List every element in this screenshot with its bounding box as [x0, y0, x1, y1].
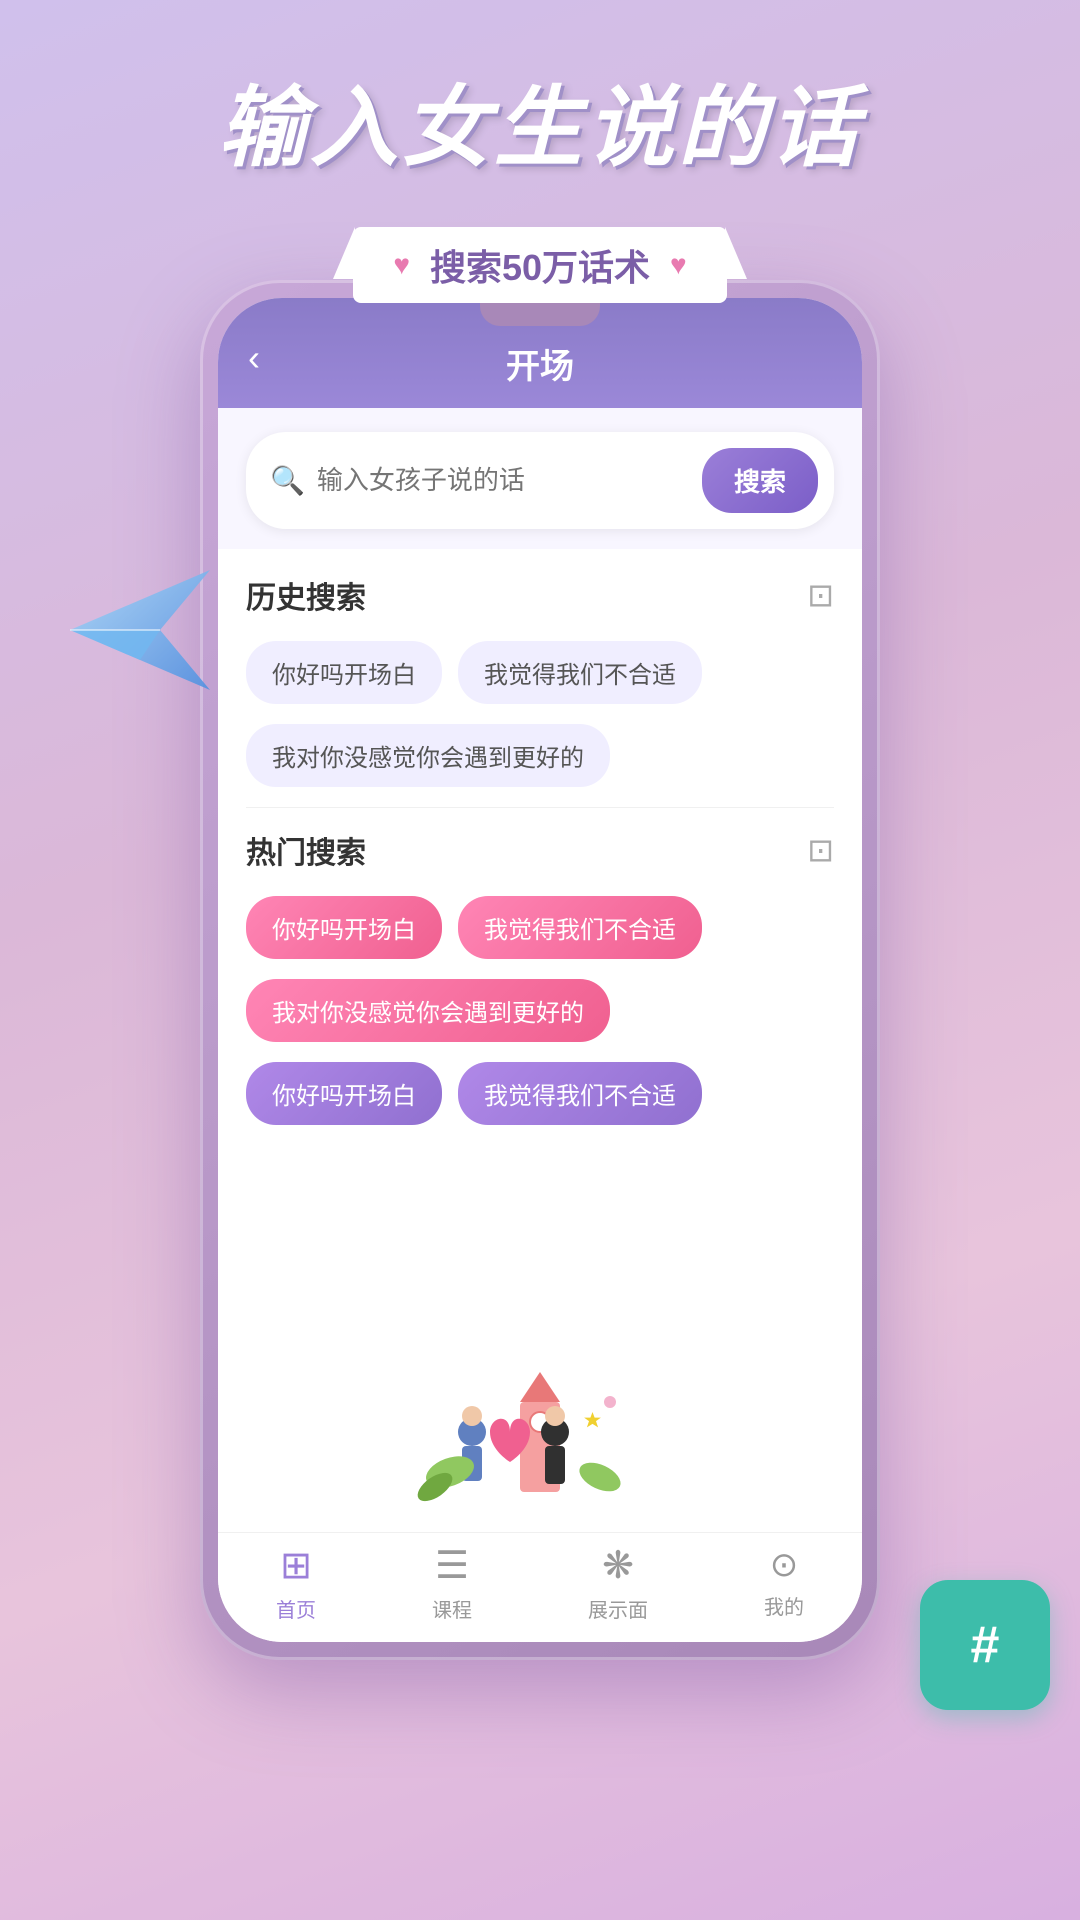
hot-section-header: 热门搜索 ⊡ [246, 828, 834, 872]
hot-tags-row-2: 我对你没感觉你会遇到更好的 [246, 979, 834, 1042]
bottom-nav: ⊞ 首页 ☰ 课程 ❋ 展示面 ⊙ 我的 [218, 1532, 862, 1642]
search-input[interactable] [317, 465, 690, 496]
showcase-label: 展示面 [588, 1594, 648, 1623]
top-banner: 输入女生说的话 ♥ 搜索50万话术 ♥ [0, 0, 1080, 333]
profile-label: 我的 [764, 1591, 804, 1620]
home-label: 首页 [276, 1594, 316, 1623]
history-tags-2: 我对你没感觉你会遇到更好的 [246, 724, 834, 787]
back-button[interactable]: ‹ [248, 327, 260, 379]
heart-right-icon: ♥ [670, 249, 687, 281]
hot-clear-icon[interactable]: ⊡ [807, 831, 834, 869]
hashtag-icon: # [971, 1615, 1000, 1675]
header-title: 开场 [506, 339, 574, 388]
trey-badge[interactable]: # [920, 1580, 1050, 1710]
hot-tag-pink-0[interactable]: 你好吗开场白 [246, 896, 442, 959]
nav-item-profile[interactable]: ⊙ 我的 [764, 1545, 804, 1620]
nav-item-course[interactable]: ☰ 课程 [432, 1543, 472, 1623]
main-title: 输入女生说的话 [0, 80, 1080, 177]
history-clear-icon[interactable]: ⊡ [807, 576, 834, 614]
hot-tag-purple-0[interactable]: 你好吗开场白 [246, 1062, 442, 1125]
search-button[interactable]: 搜索 [702, 448, 818, 513]
showcase-icon: ❋ [602, 1543, 634, 1588]
paper-plane-decoration [60, 560, 220, 700]
history-tags: 你好吗开场白 我觉得我们不合适 [246, 641, 834, 704]
hot-tags-row-3: 你好吗开场白 我觉得我们不合适 [246, 1062, 834, 1125]
course-label: 课程 [432, 1594, 472, 1623]
history-tag-2[interactable]: 我对你没感觉你会遇到更好的 [246, 724, 610, 787]
nav-item-home[interactable]: ⊞ 首页 [276, 1543, 316, 1623]
history-tag-0[interactable]: 你好吗开场白 [246, 641, 442, 704]
phone-frame: ‹ 开场 🔍 搜索 历史搜索 ⊡ [200, 280, 880, 1660]
home-icon: ⊞ [280, 1543, 312, 1588]
hot-tag-pink-1[interactable]: 我觉得我们不合适 [458, 896, 702, 959]
phone-mockup: ‹ 开场 🔍 搜索 历史搜索 ⊡ [200, 280, 880, 1660]
bottom-illustration [400, 1342, 680, 1522]
search-bar: 🔍 搜索 [246, 432, 834, 529]
history-title: 历史搜索 [246, 573, 366, 617]
hot-title: 热门搜索 [246, 828, 366, 872]
course-icon: ☰ [435, 1543, 469, 1588]
history-section-header: 历史搜索 ⊡ [246, 573, 834, 617]
subtitle-text: 搜索50万话术 [430, 239, 650, 291]
subtitle-banner: ♥ 搜索50万话术 ♥ [353, 227, 726, 303]
search-icon: 🔍 [270, 464, 305, 497]
heart-left-icon: ♥ [393, 249, 410, 281]
nav-item-showcase[interactable]: ❋ 展示面 [588, 1543, 648, 1623]
search-area: 🔍 搜索 [218, 408, 862, 549]
hot-tag-purple-1[interactable]: 我觉得我们不合适 [458, 1062, 702, 1125]
hot-tags-row-1: 你好吗开场白 我觉得我们不合适 [246, 896, 834, 959]
content-area: 历史搜索 ⊡ 你好吗开场白 我觉得我们不合适 我对你没感觉你会遇到更好的 热门搜… [218, 549, 862, 1169]
phone-screen: ‹ 开场 🔍 搜索 历史搜索 ⊡ [218, 298, 862, 1642]
section-divider [246, 807, 834, 808]
profile-icon: ⊙ [770, 1545, 799, 1585]
history-tag-1[interactable]: 我觉得我们不合适 [458, 641, 702, 704]
hot-tag-pink-2[interactable]: 我对你没感觉你会遇到更好的 [246, 979, 610, 1042]
